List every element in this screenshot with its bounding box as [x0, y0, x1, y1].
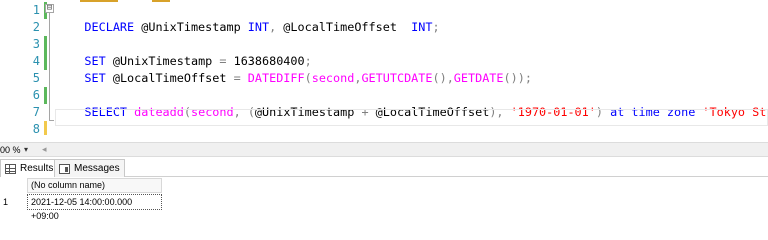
- function: GETDATE: [453, 71, 504, 85]
- row-number[interactable]: 1: [0, 194, 26, 210]
- function: DATEDIFF: [240, 71, 305, 85]
- grid-icon: [5, 163, 16, 174]
- operator: (),: [432, 71, 454, 85]
- chevron-down-icon[interactable]: ▾: [24, 143, 28, 157]
- collapse-icon[interactable]: ⊟: [45, 4, 54, 13]
- line-number: 4: [32, 54, 40, 68]
- function: second: [311, 71, 355, 85]
- tab-messages-label: Messages: [74, 162, 120, 174]
- keyword: DECLARE: [84, 20, 135, 34]
- function: GETUTCDATE: [361, 71, 433, 85]
- keyword: SET: [84, 71, 106, 85]
- fold-guide: [49, 13, 50, 121]
- change-bar: [44, 36, 47, 70]
- variable: @LocalTimeOffset: [105, 71, 234, 85]
- operator: (: [304, 71, 312, 85]
- column-header[interactable]: (No column name): [27, 178, 162, 193]
- line-number: 2: [32, 20, 40, 34]
- keyword: INT: [411, 20, 433, 34]
- change-bar: [44, 121, 47, 135]
- operator: ;: [432, 20, 440, 34]
- line-number: 3: [32, 37, 40, 51]
- operator: ());: [503, 71, 532, 85]
- variable: @LocalTimeOffset: [276, 20, 412, 34]
- zoom-bar: 00 % ▾ ◂: [0, 142, 768, 157]
- line-number: 1: [32, 3, 40, 17]
- line-number: 8: [32, 122, 40, 135]
- messages-icon: [59, 163, 70, 174]
- tab-messages[interactable]: Messages: [54, 159, 125, 177]
- operator: =: [233, 71, 241, 85]
- zoom-level[interactable]: 00 %: [0, 143, 21, 157]
- results-grid: (No column name) 1 2021-12-05 14:00:00.0…: [0, 178, 768, 227]
- line-number: 7: [32, 105, 40, 119]
- line-number: 6: [32, 88, 40, 102]
- tab-results-label: Results: [20, 162, 54, 174]
- keyword: INT: [247, 20, 270, 34]
- variable: @UnixTimestamp: [134, 20, 248, 34]
- results-tabs: Results Messages: [0, 158, 768, 177]
- query-editor[interactable]: 1 2 3 4 5 6 7 8 ⊟ DECLARE @UnixTimestamp…: [0, 0, 768, 135]
- change-bar: [44, 87, 47, 104]
- fold-guide-end: [49, 120, 54, 121]
- line-number: 5: [32, 71, 40, 85]
- scroll-left-icon[interactable]: ◂: [42, 143, 47, 157]
- current-line-highlight: [55, 109, 768, 126]
- result-cell[interactable]: 2021-12-05 14:00:00.000 +09:00: [27, 194, 162, 221]
- tab-results[interactable]: Results: [0, 159, 59, 177]
